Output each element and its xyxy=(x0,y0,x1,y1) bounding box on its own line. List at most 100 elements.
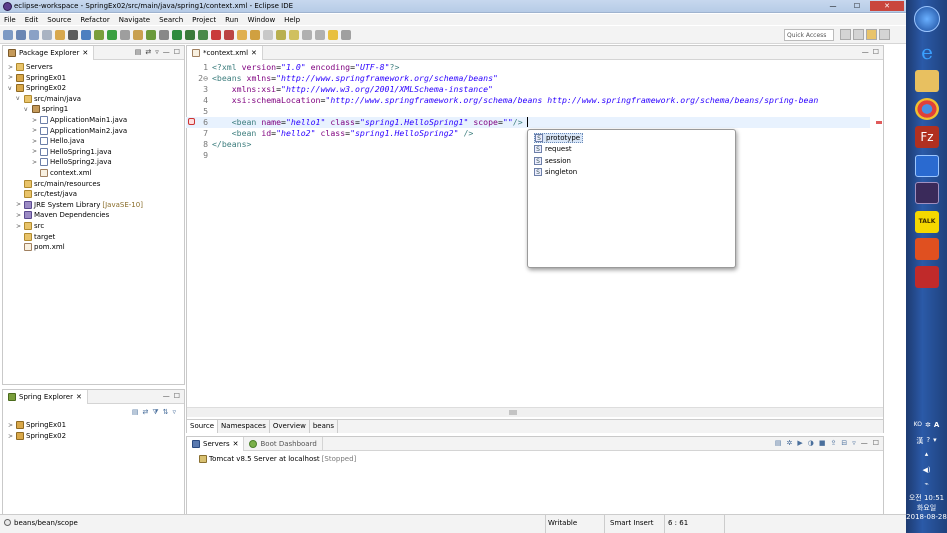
chrome-icon[interactable] xyxy=(915,98,939,120)
editor-tab-context-xml[interactable]: *context.xml ✕ xyxy=(187,45,263,60)
open-task-icon[interactable] xyxy=(276,29,286,40)
menu-refactor[interactable]: Refactor xyxy=(80,16,109,24)
tab-overview[interactable]: Overview xyxy=(270,420,310,433)
filezilla-icon[interactable]: Fz xyxy=(915,126,939,148)
minimize-view-icon[interactable]: — xyxy=(163,392,170,400)
debug-server-icon[interactable]: ✲ xyxy=(786,439,792,447)
file-explorer-icon[interactable] xyxy=(915,70,939,92)
volume-icon[interactable]: ◀) xyxy=(906,466,947,474)
boot-dashboard-tab[interactable]: Boot Dashboard xyxy=(244,436,323,451)
network-icon[interactable]: ⌁ xyxy=(906,480,947,488)
internet-explorer-icon[interactable]: e xyxy=(915,41,939,63)
code-line[interactable]: xsi:schemaLocation="http://www.springfra… xyxy=(212,95,819,105)
menu-help[interactable]: Help xyxy=(284,16,300,24)
ime-settings-icon[interactable]: ✲ xyxy=(925,421,931,429)
profile-server-icon[interactable]: ◑ xyxy=(808,439,814,447)
close-tab-icon[interactable]: ✕ xyxy=(233,440,239,448)
filter-icon[interactable]: ⧩ xyxy=(152,408,158,417)
tree-item[interactable]: > Servers xyxy=(8,62,53,72)
tree-item[interactable]: > Maven Dependencies xyxy=(16,210,109,220)
tray-show-icon[interactable]: ▴ xyxy=(906,450,947,458)
menu-run[interactable]: Run xyxy=(225,16,238,24)
collapse-all-icon[interactable]: ▤ xyxy=(135,48,142,56)
start-button[interactable] xyxy=(914,6,940,32)
error-marker-icon[interactable] xyxy=(188,118,195,125)
tree-expand-icon[interactable]: > xyxy=(16,201,22,208)
spring-explorer-tab[interactable]: Spring Explorer ✕ xyxy=(3,389,88,404)
code-line[interactable]: <bean name="hello1" class="spring1.Hello… xyxy=(212,117,523,127)
code-line[interactable]: <beans xmlns="http://www.springframework… xyxy=(212,73,498,83)
spring-icon[interactable] xyxy=(94,29,104,40)
code-line[interactable]: </beans> xyxy=(212,139,251,149)
sort-icon[interactable]: ⇅ xyxy=(163,408,169,417)
maximize-view-icon[interactable]: ☐ xyxy=(174,392,180,400)
tree-expand-icon[interactable]: > xyxy=(16,223,22,230)
java-perspective-icon[interactable] xyxy=(879,29,890,40)
spring-perspective-icon[interactable] xyxy=(866,29,877,40)
search-tool-icon[interactable] xyxy=(159,29,169,40)
tree-item[interactable]: > SpringEx01 xyxy=(8,73,66,83)
maximize-button[interactable]: ☐ xyxy=(846,1,868,11)
java-ee-perspective-icon[interactable] xyxy=(853,29,864,40)
tree-item[interactable]: > Hello.java xyxy=(32,136,85,146)
eclipse-taskbar-icon[interactable] xyxy=(915,182,939,204)
code-line[interactable]: xmlns:xsi="http://www.w3.org/2001/XMLSch… xyxy=(212,84,493,94)
content-assist-item[interactable]: Srequest xyxy=(534,144,572,154)
tree-item[interactable]: > ApplicationMain2.java xyxy=(32,126,127,136)
print-icon[interactable] xyxy=(42,29,52,40)
new-package-icon[interactable] xyxy=(250,29,260,40)
close-tab-icon[interactable]: ✕ xyxy=(251,49,257,57)
save-icon[interactable] xyxy=(16,29,26,40)
back-icon[interactable] xyxy=(302,29,312,40)
tree-expand-icon[interactable]: > xyxy=(8,64,14,71)
tab-namespaces[interactable]: Namespaces xyxy=(218,420,270,433)
snipping-tool-icon[interactable] xyxy=(915,266,939,288)
stop-server-icon[interactable]: ■ xyxy=(819,439,826,447)
start-server-icon[interactable]: ▶ xyxy=(797,439,802,447)
tree-expand-icon[interactable]: > xyxy=(32,117,38,124)
tab-source[interactable]: Source xyxy=(187,420,219,433)
open-type-icon[interactable] xyxy=(55,29,65,40)
content-assist-item[interactable]: Ssession xyxy=(534,156,571,166)
server-row[interactable]: Tomcat v8.5 Server at localhost [Stopped… xyxy=(199,454,356,464)
maximize-view-icon[interactable]: ☐ xyxy=(873,48,879,56)
annotation-next-icon[interactable] xyxy=(289,29,299,40)
link-editor-icon[interactable]: ⇄ xyxy=(145,48,151,56)
run-config-icon[interactable] xyxy=(185,29,195,40)
maximize-view-icon[interactable]: ☐ xyxy=(873,439,879,447)
view-menu-icon[interactable]: ▿ xyxy=(155,48,159,56)
pin-editor-icon[interactable] xyxy=(328,29,338,40)
link-editor-icon[interactable]: ⇄ xyxy=(142,408,148,417)
collapse-all-icon[interactable]: ▤ xyxy=(132,408,139,417)
debug-icon[interactable] xyxy=(68,29,78,40)
tab-beans[interactable]: beans xyxy=(310,420,338,433)
tree-item[interactable]: > src xyxy=(16,221,44,231)
tree-expand-icon[interactable]: v xyxy=(24,106,30,113)
toggle-view-icon[interactable] xyxy=(120,29,130,40)
help-icon[interactable]: ? xyxy=(926,436,930,446)
tree-expand-icon[interactable]: > xyxy=(8,74,14,81)
kakaotalk-icon[interactable]: TALK xyxy=(915,211,939,233)
tree-item[interactable]: > JRE System Library [JavaSE-10] xyxy=(16,200,143,210)
clock-time[interactable]: 오전 10:51 xyxy=(906,493,947,503)
hanja-indicator[interactable]: 漢 xyxy=(916,436,923,446)
minimize-button[interactable]: — xyxy=(822,1,844,11)
tree-expand-icon[interactable]: > xyxy=(32,148,38,155)
tree-item[interactable]: pom.xml xyxy=(16,242,65,252)
spelling-icon[interactable] xyxy=(341,29,351,40)
code-line[interactable]: <?xml version="1.0" encoding="UTF-8"?> xyxy=(212,62,399,72)
run-target-icon[interactable] xyxy=(81,29,91,40)
tree-expand-icon[interactable]: v xyxy=(16,95,22,102)
language-indicator[interactable]: KO xyxy=(914,421,922,429)
view-menu-icon[interactable]: ▿ xyxy=(852,439,856,447)
gear-icon[interactable] xyxy=(146,29,156,40)
forward-icon[interactable] xyxy=(315,29,325,40)
minimize-view-icon[interactable]: — xyxy=(163,48,170,56)
tree-item[interactable]: > HelloSpring1.java xyxy=(32,147,112,157)
clock-date[interactable]: 2018-08-28 xyxy=(906,513,947,521)
close-button[interactable]: ✕ xyxy=(870,1,904,11)
save-all-icon[interactable] xyxy=(29,29,39,40)
external-tools-icon[interactable] xyxy=(224,29,234,40)
menu-project[interactable]: Project xyxy=(192,16,216,24)
tree-item[interactable]: > ApplicationMain1.java xyxy=(32,115,127,125)
